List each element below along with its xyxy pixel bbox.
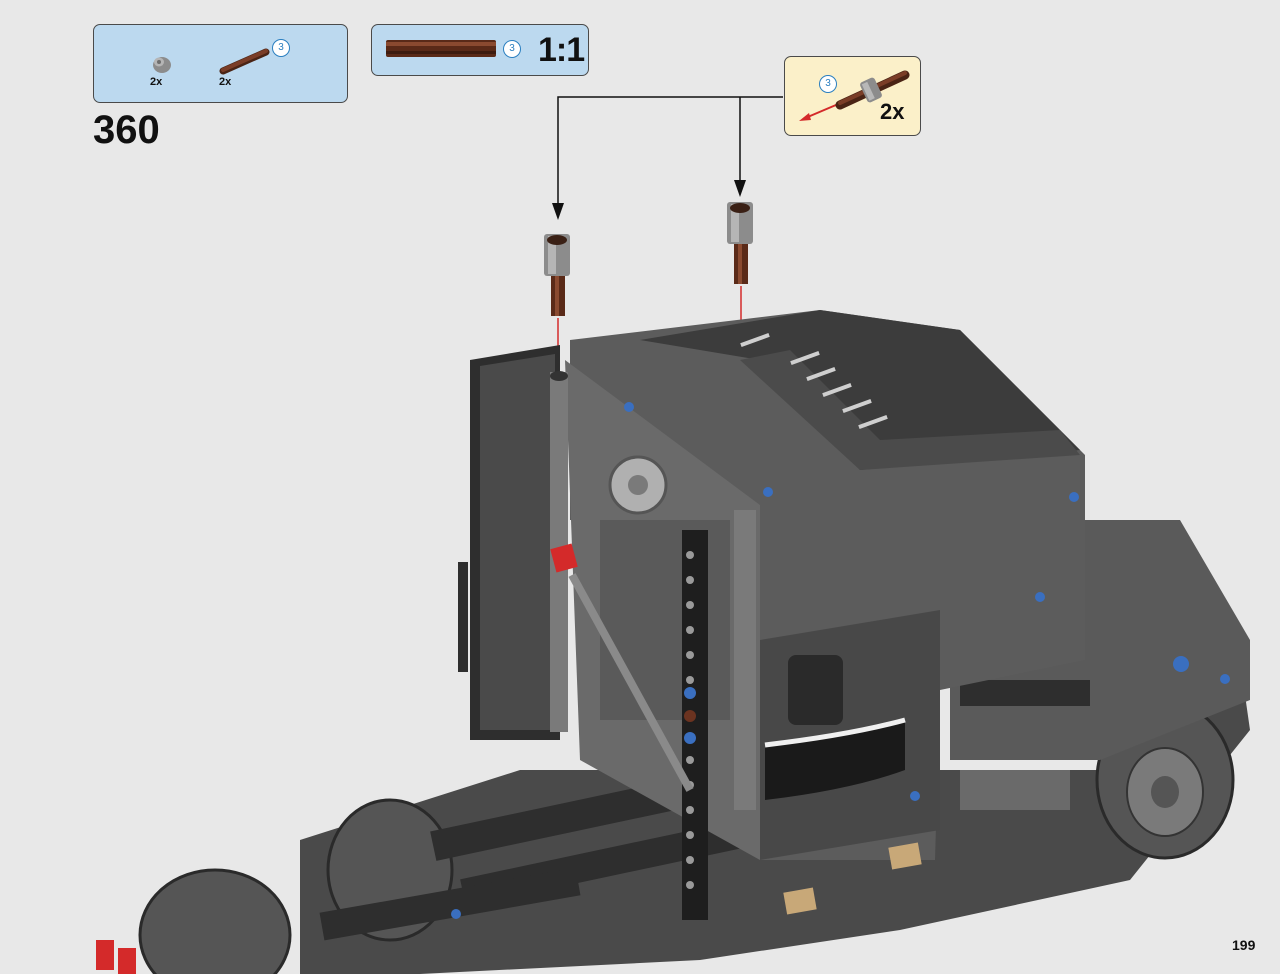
axle-with-bushing-right — [727, 202, 753, 284]
truck-cab-body — [96, 310, 1250, 974]
axle-with-bushing-left — [544, 234, 570, 316]
truck-cab-assembly-illustration — [96, 96, 1250, 974]
callout-connector-lines — [557, 96, 783, 205]
arrow-down-icon — [734, 180, 746, 197]
arrow-down-icon — [552, 203, 564, 220]
